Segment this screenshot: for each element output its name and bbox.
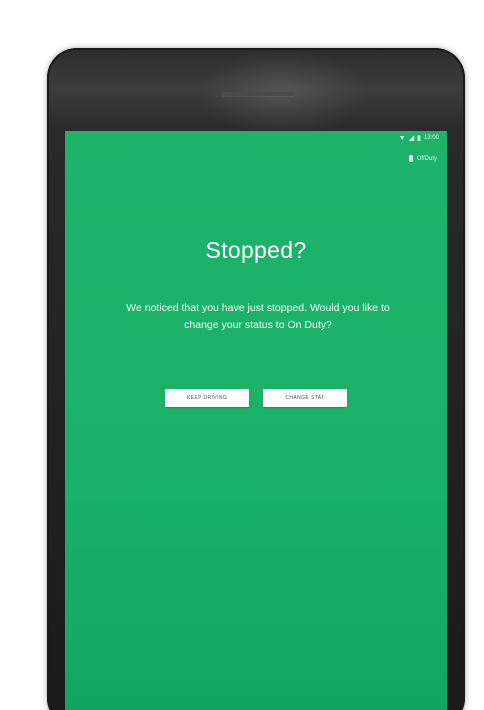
duty-status-indicator[interactable]: OffDuty bbox=[408, 155, 437, 162]
device-screen: ▼ ◢ ▮ 13:00 OffDuty Stopped? We noticed … bbox=[65, 131, 447, 710]
dialog-title: Stopped? bbox=[205, 237, 307, 263]
signal-icon: ◢ bbox=[408, 134, 415, 142]
wifi-icon: ▼ bbox=[398, 134, 406, 142]
dialog-actions: KEEP DRIVING CHANGE STAT bbox=[65, 389, 447, 407]
earpiece-speaker bbox=[221, 92, 295, 96]
status-bar: ▼ ◢ ▮ 13:00 bbox=[65, 131, 447, 145]
battery-icon: ▮ bbox=[417, 134, 421, 142]
page: ▼ ◢ ▮ 13:00 OffDuty Stopped? We noticed … bbox=[0, 0, 484, 710]
keep-driving-button[interactable]: KEEP DRIVING bbox=[165, 389, 249, 407]
status-time: 13:00 bbox=[423, 135, 439, 141]
tablet-device-frame: ▼ ◢ ▮ 13:00 OffDuty Stopped? We noticed … bbox=[47, 48, 465, 710]
driver-icon bbox=[408, 155, 413, 162]
dialog-message: We noticed that you have just stopped. W… bbox=[126, 302, 390, 331]
duty-status-label: OffDuty bbox=[416, 155, 437, 162]
change-status-button[interactable]: CHANGE STAT bbox=[263, 389, 347, 407]
